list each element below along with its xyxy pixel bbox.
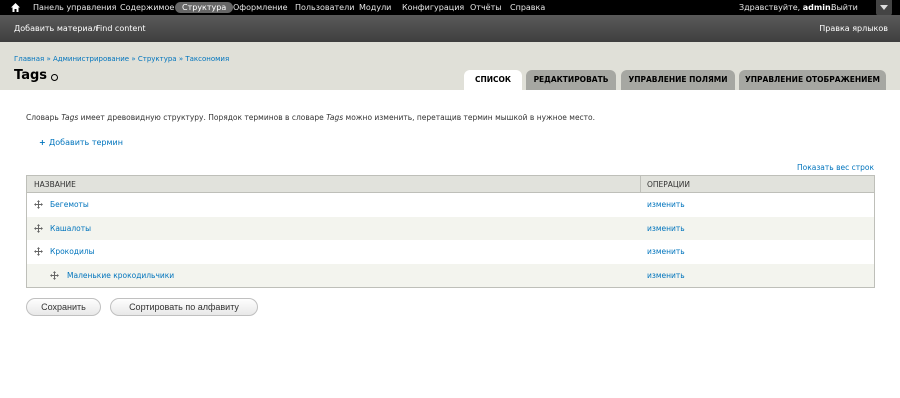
shortcut-add-content[interactable]: Добавить материал	[14, 24, 98, 33]
term-link[interactable]: Кашалоты	[50, 224, 91, 233]
breadcrumb-structure[interactable]: Структура	[138, 55, 177, 63]
table-row: Кашалоты изменить	[27, 216, 874, 240]
table-row: Маленькие крокодильчики изменить	[27, 263, 874, 287]
save-button[interactable]: Сохранить	[26, 298, 101, 316]
user-greeting: Здравствуйте, admin.	[739, 0, 834, 15]
toolbar-item-content[interactable]: Содержимое	[120, 0, 174, 15]
edit-term-link[interactable]: изменить	[647, 271, 685, 280]
edit-term-link[interactable]: изменить	[647, 247, 685, 256]
logout-link[interactable]: Выйти	[831, 0, 858, 15]
drag-handle-icon[interactable]	[34, 200, 43, 209]
tab-manage-display[interactable]: УПРАВЛЕНИЕ ОТОБРАЖЕНИЕМ	[739, 70, 886, 90]
plus-icon: +	[39, 138, 46, 147]
toolbar-item-people[interactable]: Пользователи	[295, 0, 354, 15]
breadcrumb: Главная » Администрирование » Структура …	[14, 55, 229, 63]
vocabulary-name: Tags	[326, 113, 344, 122]
toolbar-item-configuration[interactable]: Конфигурация	[402, 0, 464, 15]
vocabulary-name: Tags	[61, 113, 79, 122]
breadcrumb-administration[interactable]: Администрирование	[53, 55, 129, 63]
table-header: НАЗВАНИЕ ОПЕРАЦИИ	[27, 176, 874, 193]
description-text: можно изменить, перетащив термин мышкой …	[343, 113, 596, 122]
description-text: имеет древовидную структуру. Порядок тер…	[78, 113, 327, 122]
tab-edit[interactable]: РЕДАКТИРОВАТЬ	[526, 70, 616, 90]
edit-shortcuts-link[interactable]: Правка ярлыков	[819, 24, 888, 33]
edit-term-link[interactable]: изменить	[647, 200, 685, 209]
toolbar-item-structure[interactable]: Структура	[175, 2, 234, 13]
term-link[interactable]: Бегемоты	[50, 200, 89, 209]
tab-manage-fields[interactable]: УПРАВЛЕНИЕ ПОЛЯМИ	[621, 70, 735, 90]
home-icon[interactable]	[10, 2, 21, 13]
toolbar-item-reports[interactable]: Отчёты	[470, 0, 502, 15]
primary-tabs: СПИСОК РЕДАКТИРОВАТЬ УПРАВЛЕНИЕ ПОЛЯМИ У…	[0, 70, 900, 90]
vocabulary-description: Словарь Tags имеет древовидную структуру…	[26, 113, 595, 122]
drag-handle-icon[interactable]	[50, 270, 59, 280]
tab-list[interactable]: СПИСОК	[464, 70, 522, 90]
edit-term-link[interactable]: изменить	[647, 224, 685, 233]
add-term-label: Добавить термин	[49, 138, 123, 147]
username-link[interactable]: admin.	[803, 3, 834, 12]
column-header-name: НАЗВАНИЕ	[34, 180, 76, 189]
breadcrumb-separator: »	[178, 55, 184, 63]
term-link[interactable]: Маленькие крокодильчики	[67, 271, 174, 280]
breadcrumb-separator: »	[46, 55, 51, 63]
admin-toolbar: Панель управления Содержимое Структура О…	[0, 0, 900, 16]
add-term-link[interactable]: + Добавить термин	[39, 138, 123, 147]
description-text: Словарь	[26, 113, 62, 122]
breadcrumb-separator: »	[131, 55, 136, 63]
table-row: Бегемоты изменить	[27, 193, 874, 217]
shortcuts-toggle[interactable]	[876, 0, 892, 16]
drag-handle-icon[interactable]	[34, 247, 43, 256]
shortcut-find-content[interactable]: Find content	[96, 24, 146, 33]
toolbar-item-appearance[interactable]: Оформление	[233, 0, 288, 15]
drag-handle-icon[interactable]	[34, 223, 43, 233]
breadcrumb-home[interactable]: Главная	[14, 55, 44, 63]
terms-table: НАЗВАНИЕ ОПЕРАЦИИ Бегемоты изменить Каша…	[26, 175, 875, 288]
chevron-down-icon	[880, 5, 888, 10]
table-row: Крокодилы изменить	[27, 240, 874, 264]
greeting-text: Здравствуйте,	[739, 3, 801, 12]
sort-alphabetically-button[interactable]: Сортировать по алфавиту	[110, 298, 258, 316]
breadcrumb-taxonomy[interactable]: Таксономия	[185, 55, 229, 63]
term-link[interactable]: Крокодилы	[50, 247, 95, 256]
toolbar-item-modules[interactable]: Модули	[359, 0, 391, 15]
toolbar-item-help[interactable]: Справка	[510, 0, 545, 15]
column-header-operations: ОПЕРАЦИИ	[640, 176, 874, 193]
shortcuts-bar: Добавить материал Find content Правка яр…	[0, 15, 900, 42]
toolbar-item-dashboard[interactable]: Панель управления	[33, 0, 116, 15]
show-row-weights-link[interactable]: Показать вес строк	[797, 163, 874, 172]
